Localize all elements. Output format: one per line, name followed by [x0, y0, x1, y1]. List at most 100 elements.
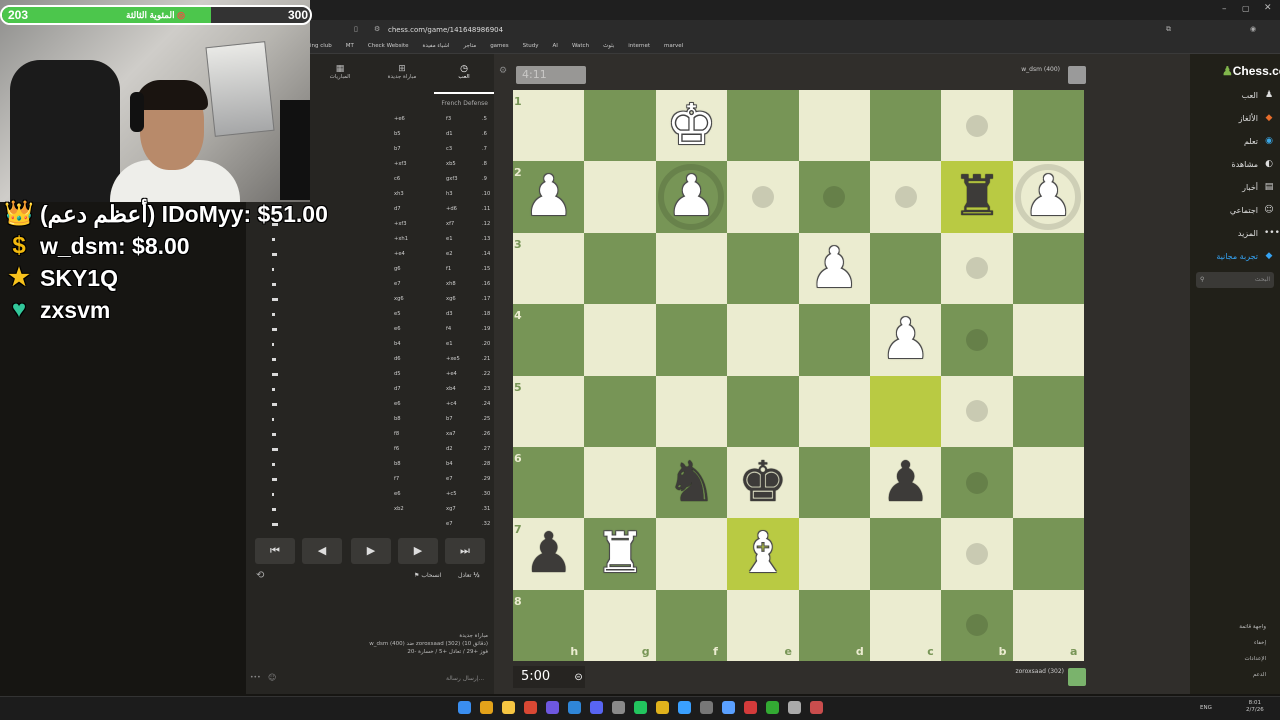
square-g4[interactable] [584, 304, 656, 376]
sidebar-item[interactable]: تجربة مجانية ◆ [1216, 251, 1274, 261]
legal-move-dot[interactable] [965, 542, 988, 565]
black-move[interactable]: +xf3 [394, 221, 407, 227]
legal-move-dot[interactable] [894, 186, 917, 209]
play-button[interactable]: ▶ [351, 538, 391, 564]
white-move[interactable]: h3 [446, 191, 453, 197]
square-a4[interactable] [1012, 304, 1085, 376]
sidebar-bottom-item[interactable]: إخفاء [1254, 640, 1266, 646]
taskbar-app-icon[interactable] [656, 701, 669, 714]
square-f5[interactable] [655, 375, 728, 447]
black-move[interactable]: f7 [394, 476, 399, 482]
more-icon[interactable]: ••• [250, 674, 261, 681]
white-piece-h2[interactable]: ♟ [513, 161, 584, 232]
sidebar-bottom-item[interactable]: واجهة قاتمة [1239, 624, 1266, 630]
sidebar-item[interactable]: العب ♟ [1242, 90, 1274, 100]
taskbar-app-icon[interactable] [722, 701, 735, 714]
bookmark-item[interactable]: Check Website [368, 43, 409, 49]
black-move[interactable]: d7 [394, 386, 401, 392]
square-d5[interactable] [798, 375, 870, 447]
chesscom-logo[interactable]: ♟Chess.com [1222, 64, 1280, 78]
draw-button[interactable]: تعادل ½ [458, 572, 480, 579]
legal-move-dot[interactable] [965, 400, 988, 423]
square-h1[interactable] [513, 90, 585, 162]
tab-games[interactable]: ▦ المباريات [310, 64, 370, 80]
white-move[interactable]: e2 [446, 251, 453, 257]
black-move[interactable]: b4 [394, 341, 401, 347]
bookmark-item[interactable]: internet [628, 43, 650, 49]
black-move[interactable]: e6 [394, 326, 401, 332]
bookmark-item[interactable]: بثوث [603, 43, 614, 49]
white-piece-f1[interactable]: ♚ [656, 90, 727, 161]
taskbar-app-icon[interactable] [590, 701, 603, 714]
square-e4[interactable] [727, 304, 799, 376]
sidebar-bottom-item[interactable]: الدعم [1253, 672, 1266, 678]
black-move[interactable]: b5 [394, 131, 401, 137]
taskbar-app-icon[interactable] [766, 701, 779, 714]
white-move[interactable]: +xe5 [446, 356, 460, 362]
white-piece-f2[interactable]: ♟ [656, 161, 727, 232]
square-e5[interactable] [727, 375, 799, 447]
white-move[interactable]: c3 [446, 146, 452, 152]
square-g5[interactable] [584, 375, 656, 447]
legal-move-dot[interactable] [965, 114, 988, 137]
black-move[interactable]: f8 [394, 431, 399, 437]
square-a7[interactable] [1012, 518, 1085, 590]
square-c1[interactable] [869, 90, 942, 162]
taskbar-app-icon[interactable] [634, 701, 647, 714]
white-move[interactable]: f3 [446, 116, 451, 122]
white-move[interactable]: +e4 [446, 371, 457, 377]
bookmark-item[interactable]: Study [523, 43, 539, 49]
black-move[interactable]: xh3 [394, 191, 404, 197]
white-move[interactable]: xh8 [446, 281, 456, 287]
black-move[interactable]: d6 [394, 356, 401, 362]
square-h4[interactable] [513, 304, 585, 376]
taskbar-app-icon[interactable] [568, 701, 581, 714]
white-move[interactable]: xg7 [446, 506, 456, 512]
white-piece-g7[interactable]: ♜ [584, 518, 655, 589]
white-move[interactable]: xg6 [446, 296, 456, 302]
tab-play[interactable]: ◷ العب [434, 64, 494, 94]
window-minimize-icon[interactable]: – [1222, 4, 1227, 14]
black-move[interactable]: e7 [394, 281, 401, 287]
search-input[interactable]: ⚲ البحث [1196, 272, 1274, 288]
bookmark-item[interactable]: marvel [664, 43, 683, 49]
taskbar-app-icon[interactable] [788, 701, 801, 714]
white-piece-e7[interactable]: ♝ [727, 518, 798, 589]
taskbar-app-icon[interactable] [502, 701, 515, 714]
square-g2[interactable] [584, 161, 656, 233]
square-c7[interactable] [869, 518, 942, 590]
chess-board[interactable]: 1 2 3 4 5 6 7 8 h g f e d c b a ♚ ♟ ♟ ♜ ♟ ♟ ♟ ♞ ♚ ♟ ♟ ♜ ♝ [513, 90, 1085, 662]
sidebar-bottom-item[interactable]: الإعدادات [1244, 656, 1266, 662]
tab-new-game[interactable]: ⊞ مباراة جديدة [372, 64, 432, 80]
white-move[interactable]: +c5 [446, 491, 457, 497]
bookmark-item[interactable]: Watch [572, 43, 589, 49]
black-move[interactable]: d7 [394, 206, 401, 212]
square-g1[interactable] [584, 90, 656, 162]
last-move-button[interactable]: ⏭ [445, 538, 485, 564]
black-move[interactable]: +e4 [394, 251, 405, 257]
white-move[interactable]: b4 [446, 461, 453, 467]
white-move[interactable]: e1 [446, 341, 453, 347]
system-clock[interactable]: 8:01 2/7/26 [1246, 700, 1264, 714]
taskbar-app-icon[interactable] [612, 701, 625, 714]
chat-input[interactable]: إرسال رسالة... [446, 675, 484, 682]
white-move[interactable]: +d6 [446, 206, 457, 212]
legal-move-dot[interactable] [965, 471, 988, 494]
emoji-icon[interactable]: ☺ [268, 673, 276, 682]
black-move[interactable]: f6 [394, 446, 399, 452]
white-piece-d3[interactable]: ♟ [799, 233, 870, 304]
bottom-player-avatar[interactable] [1068, 668, 1086, 686]
square-a5[interactable] [1012, 375, 1085, 447]
square-e1[interactable] [727, 90, 799, 162]
black-move[interactable]: b8 [394, 416, 401, 422]
taskbar-app-icon[interactable] [458, 701, 471, 714]
next-move-button[interactable]: ▶ [398, 538, 438, 564]
white-move[interactable]: e7 [446, 521, 453, 527]
sidebar-item[interactable]: المزيد ••• [1238, 228, 1280, 238]
taskbar-app-icon[interactable] [678, 701, 691, 714]
bookmark-item[interactable]: AI [553, 43, 558, 49]
square-h6[interactable] [513, 446, 585, 519]
extensions-icon[interactable]: ⧉ [1166, 25, 1171, 34]
square-c5[interactable] [869, 375, 942, 447]
window-maximize-icon[interactable]: ▢ [1242, 4, 1250, 13]
